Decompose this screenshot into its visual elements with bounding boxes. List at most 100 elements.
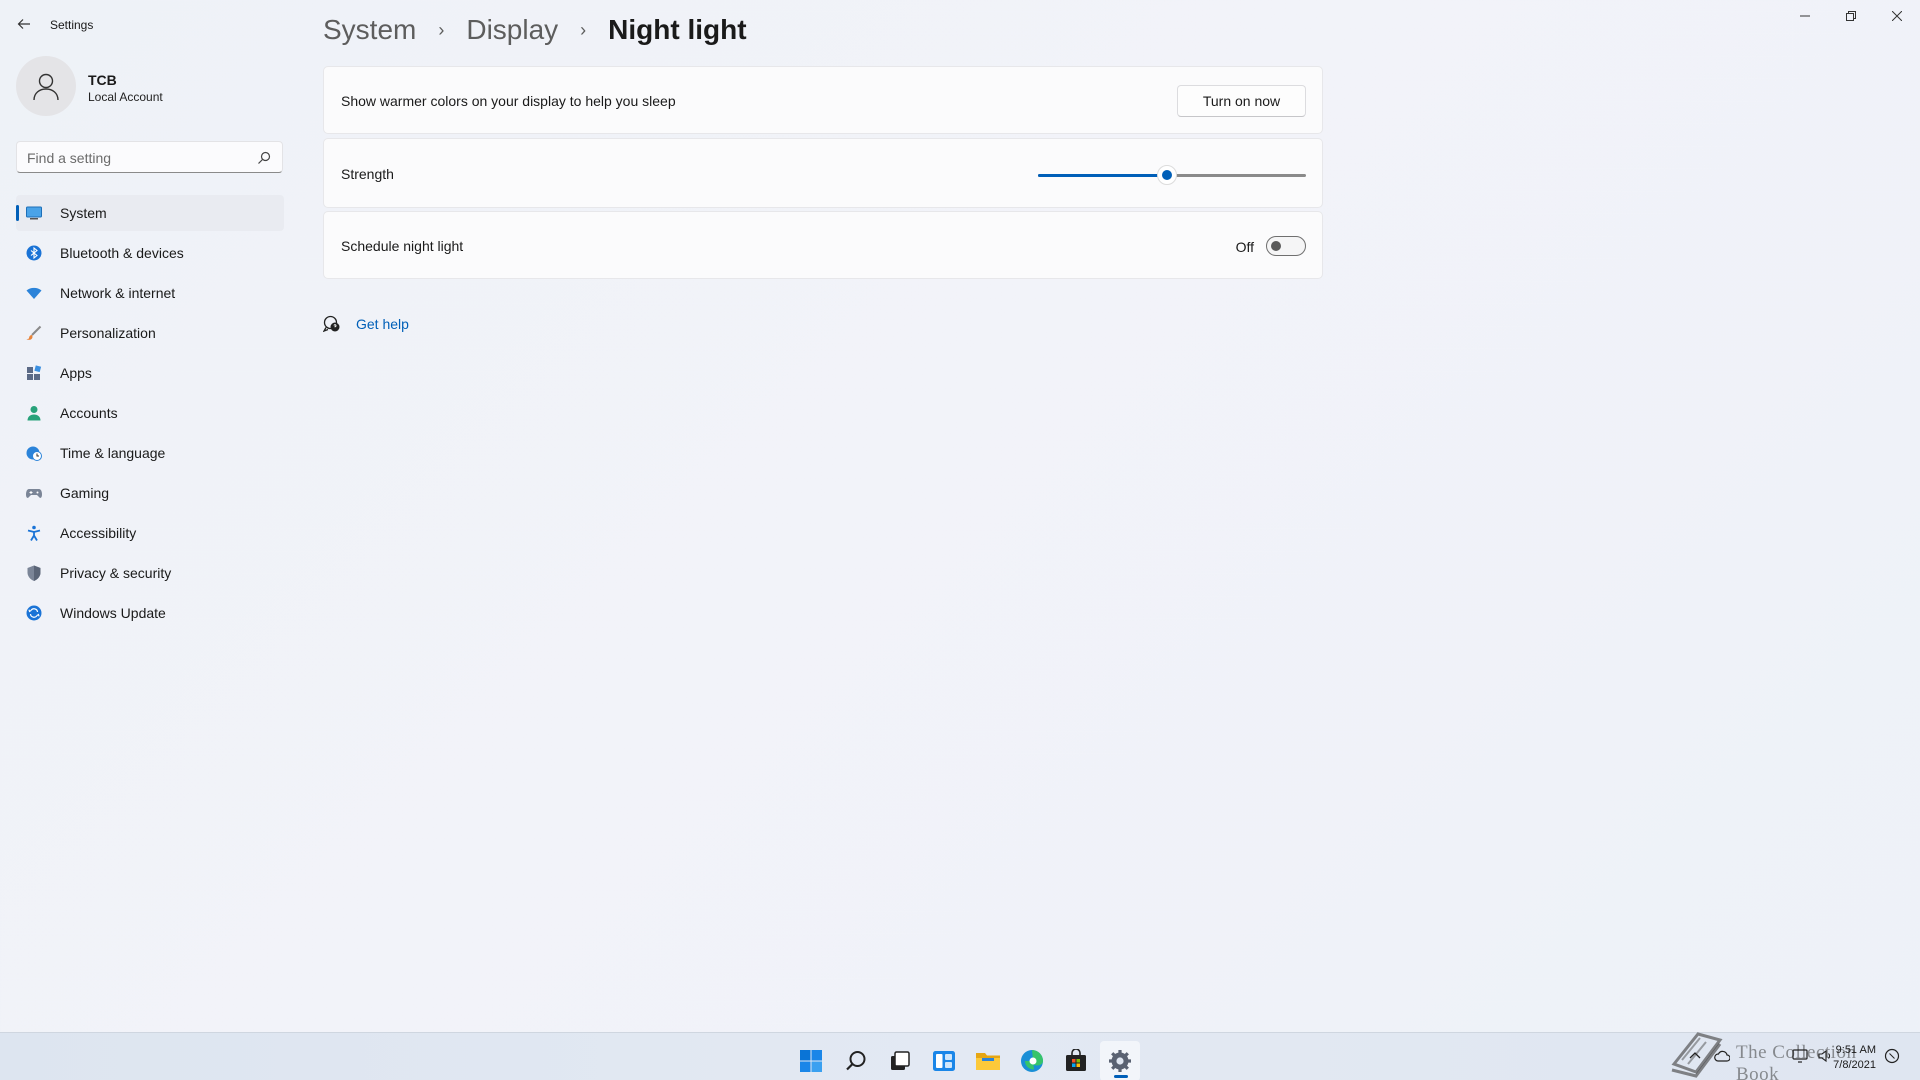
- gamepad-icon: [26, 489, 42, 498]
- settings-icon: [1109, 1050, 1131, 1072]
- warm-colors-label: Show warmer colors on your display to he…: [341, 93, 676, 109]
- sidebar-item-privacy-security[interactable]: Privacy & security: [16, 555, 284, 591]
- minimize-button[interactable]: [1782, 0, 1828, 32]
- sidebar-item-gaming[interactable]: Gaming: [16, 475, 284, 511]
- sidebar-nav: System Bluetooth & devices Network & int…: [16, 195, 284, 635]
- sidebar-item-label: System: [60, 205, 107, 221]
- toggle-state-label: Off: [1235, 239, 1254, 255]
- chevron-up-icon[interactable]: [1688, 1049, 1702, 1063]
- file-explorer-button[interactable]: [968, 1041, 1008, 1080]
- slider-thumb[interactable]: [1156, 165, 1177, 185]
- update-icon: [26, 605, 42, 621]
- chevron-right-icon: ›: [438, 19, 445, 40]
- taskbar-search-button[interactable]: [836, 1041, 876, 1080]
- volume-icon[interactable]: [1818, 1049, 1834, 1063]
- page-title: Night light: [608, 14, 747, 45]
- sidebar-item-label: Personalization: [60, 325, 156, 341]
- sidebar-item-time-language[interactable]: Time & language: [16, 435, 284, 471]
- accessibility-icon: [27, 525, 41, 541]
- wifi-icon: [26, 287, 42, 299]
- help-chat-icon: [323, 315, 340, 333]
- avatar: [16, 56, 76, 116]
- sidebar-item-label: Bluetooth & devices: [60, 245, 184, 261]
- file-explorer-icon: [976, 1053, 1000, 1070]
- search-input[interactable]: Find a setting: [16, 141, 283, 173]
- sidebar-item-label: Privacy & security: [60, 565, 172, 581]
- start-icon: [800, 1050, 822, 1072]
- strength-card: Strength: [323, 138, 1323, 208]
- globe-clock-icon: [26, 446, 42, 461]
- edge-button[interactable]: [1012, 1041, 1052, 1080]
- restore-button[interactable]: [1828, 0, 1874, 32]
- store-icon: [1066, 1049, 1086, 1071]
- breadcrumb-display[interactable]: Display: [466, 14, 558, 46]
- start-button[interactable]: [791, 1041, 831, 1080]
- edge-icon: [1021, 1050, 1043, 1072]
- clock-time: 9:51 AM: [1835, 1044, 1876, 1056]
- task-view-button[interactable]: [880, 1041, 920, 1080]
- get-help-link[interactable]: Get help: [323, 312, 409, 336]
- sidebar-item-personalization[interactable]: Personalization: [16, 315, 284, 351]
- warm-colors-card: Show warmer colors on your display to he…: [323, 66, 1323, 134]
- task-view-icon: [891, 1051, 910, 1070]
- account-type: Local Account: [88, 90, 163, 104]
- bluetooth-icon: [26, 245, 42, 261]
- brush-icon: [26, 325, 42, 340]
- sidebar-item-apps[interactable]: Apps: [16, 355, 284, 391]
- taskbar: [0, 1032, 1920, 1080]
- clock-date: 7/8/2021: [1833, 1059, 1876, 1071]
- taskbar-clock[interactable]: 9:51 AM 7/8/2021: [1833, 1043, 1876, 1073]
- sidebar-item-label: Windows Update: [60, 605, 166, 621]
- sidebar-item-accessibility[interactable]: Accessibility: [16, 515, 284, 551]
- toggle-knob: [1271, 241, 1281, 251]
- shield-icon: [27, 565, 41, 581]
- widgets-icon: [933, 1051, 955, 1071]
- schedule-toggle[interactable]: [1266, 236, 1306, 256]
- app-title: Settings: [50, 18, 94, 32]
- sidebar-item-label: Time & language: [60, 445, 166, 461]
- close-button[interactable]: [1874, 0, 1920, 32]
- sidebar-item-label: Accounts: [60, 405, 118, 421]
- get-help-label: Get help: [356, 316, 409, 332]
- title-bar: Settings: [0, 0, 1920, 48]
- minimize-icon: [1800, 15, 1810, 17]
- settings-taskbar-button[interactable]: [1100, 1041, 1140, 1080]
- search-icon: [258, 151, 271, 164]
- sidebar-item-label: Network & internet: [60, 285, 176, 301]
- sidebar-item-label: Gaming: [60, 485, 110, 501]
- store-button[interactable]: [1056, 1041, 1096, 1080]
- close-icon: [1892, 11, 1902, 21]
- monitor-icon: [26, 206, 42, 220]
- schedule-card: Schedule night light Off: [323, 211, 1323, 279]
- search-icon: [846, 1051, 866, 1071]
- notification-icon[interactable]: [1884, 1048, 1900, 1064]
- strength-slider[interactable]: [1038, 165, 1306, 185]
- sidebar-item-system[interactable]: System: [16, 195, 284, 231]
- profile-name: TCB: [88, 72, 117, 88]
- apps-icon: [27, 365, 42, 380]
- person-icon: [33, 73, 59, 101]
- slider-fill: [1038, 174, 1167, 177]
- restore-icon: [1846, 11, 1856, 21]
- person-icon: [27, 406, 41, 421]
- strength-label: Strength: [341, 166, 394, 182]
- back-arrow-icon: [17, 19, 30, 29]
- cloud-icon[interactable]: [1714, 1049, 1730, 1063]
- sidebar-item-bluetooth[interactable]: Bluetooth & devices: [16, 235, 284, 271]
- sidebar-item-windows-update[interactable]: Windows Update: [16, 595, 284, 631]
- turn-on-now-button[interactable]: Turn on now: [1177, 85, 1306, 117]
- widgets-button[interactable]: [924, 1041, 964, 1080]
- system-tray: [1688, 1040, 1834, 1072]
- network-icon[interactable]: [1792, 1049, 1808, 1063]
- breadcrumb: System › Display › Night light: [323, 10, 747, 50]
- back-button[interactable]: [12, 12, 36, 36]
- sidebar-item-label: Accessibility: [60, 525, 137, 541]
- active-app-indicator: [1114, 1075, 1128, 1078]
- chevron-right-icon: ›: [580, 19, 587, 40]
- sidebar-item-network[interactable]: Network & internet: [16, 275, 284, 311]
- sidebar-item-label: Apps: [60, 365, 92, 381]
- search-placeholder: Find a setting: [27, 150, 112, 166]
- sidebar-item-accounts[interactable]: Accounts: [16, 395, 284, 431]
- breadcrumb-system[interactable]: System: [323, 14, 416, 46]
- user-profile[interactable]: TCB Local Account: [16, 56, 286, 120]
